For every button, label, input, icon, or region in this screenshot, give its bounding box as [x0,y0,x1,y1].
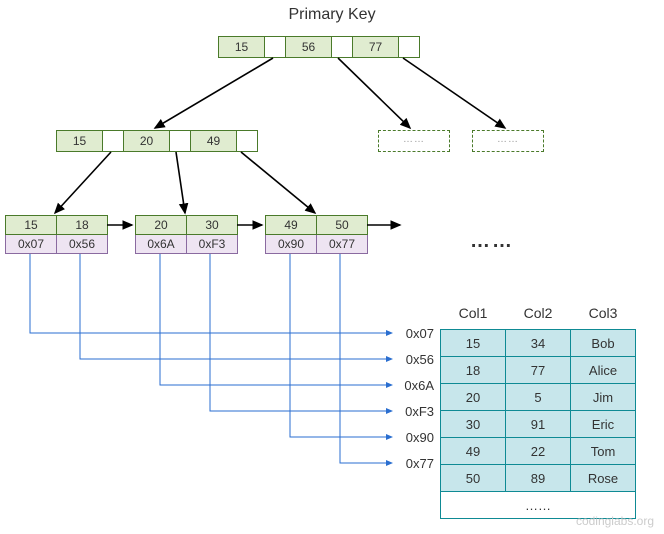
table-cell: Eric [571,411,636,438]
table-cell: Bob [571,330,636,357]
table-row: 20 5 Jim [441,384,636,411]
btree-root-node: 15 56 77 [218,36,420,58]
btree-leaf-node: 15 18 0x07 0x56 [5,215,108,254]
leaf-key: 18 [57,216,107,234]
root-key: 77 [353,37,399,57]
row-address: 0x90 [406,430,434,445]
btree-leaf-node: 20 30 0x6A 0xF3 [135,215,238,254]
leaf-key: 30 [187,216,237,234]
leaf-key: 20 [136,216,187,234]
table-row: 15 34 Bob [441,330,636,357]
table-cell: 89 [506,465,571,492]
internal-key: 15 [57,131,103,151]
watermark: codinglabs.org [576,514,654,528]
table-row: 30 91 Eric [441,411,636,438]
btree-internal-node: 15 20 49 [56,130,258,152]
table-cell: 18 [441,357,506,384]
data-table: Col1 Col2 Col3 15 34 Bob 18 77 Alice 20 … [440,300,636,519]
row-address: 0x6A [404,378,434,393]
leaf-key: 15 [6,216,57,234]
leaf-ptr: 0x90 [266,235,317,253]
root-ptr [265,37,286,57]
internal-ptr [103,131,124,151]
btree-internal-placeholder: …… [472,130,544,152]
table-row: 49 22 Tom [441,438,636,465]
table-cell: 30 [441,411,506,438]
leaf-key: 49 [266,216,317,234]
table-cell: 77 [506,357,571,384]
row-address: 0x56 [406,352,434,367]
table-cell: 50 [441,465,506,492]
internal-key: 20 [124,131,170,151]
table-header: Col2 [506,300,571,330]
leaf-ptr: 0x6A [136,235,187,253]
row-address: 0x77 [406,456,434,471]
row-address: 0x07 [406,326,434,341]
root-key: 56 [286,37,332,57]
table-cell: Rose [571,465,636,492]
root-ptr [399,37,419,57]
leaf-ptr: 0x07 [6,235,57,253]
table-cell: 5 [506,384,571,411]
leaf-ptr: 0xF3 [187,235,237,253]
row-address: 0xF3 [405,404,434,419]
leaf-key: 50 [317,216,367,234]
table-cell: Tom [571,438,636,465]
root-ptr [332,37,353,57]
root-key: 15 [219,37,265,57]
btree-internal-placeholder: …… [378,130,450,152]
leaf-ptr: 0x56 [57,235,107,253]
diagram-title: Primary Key [0,6,664,24]
leaf-ellipsis: …… [470,230,514,253]
internal-ptr [237,131,257,151]
table-cell: Jim [571,384,636,411]
table-cell: Alice [571,357,636,384]
table-cell: 22 [506,438,571,465]
table-cell: 34 [506,330,571,357]
table-cell: 20 [441,384,506,411]
btree-leaf-node: 49 50 0x90 0x77 [265,215,368,254]
table-row: 18 77 Alice [441,357,636,384]
table-cell: 91 [506,411,571,438]
table-row: 50 89 Rose [441,465,636,492]
table-cell: 49 [441,438,506,465]
internal-key: 49 [191,131,237,151]
table-cell: 15 [441,330,506,357]
table-header: Col3 [571,300,636,330]
leaf-ptr: 0x77 [317,235,367,253]
table-header: Col1 [441,300,506,330]
internal-ptr [170,131,191,151]
